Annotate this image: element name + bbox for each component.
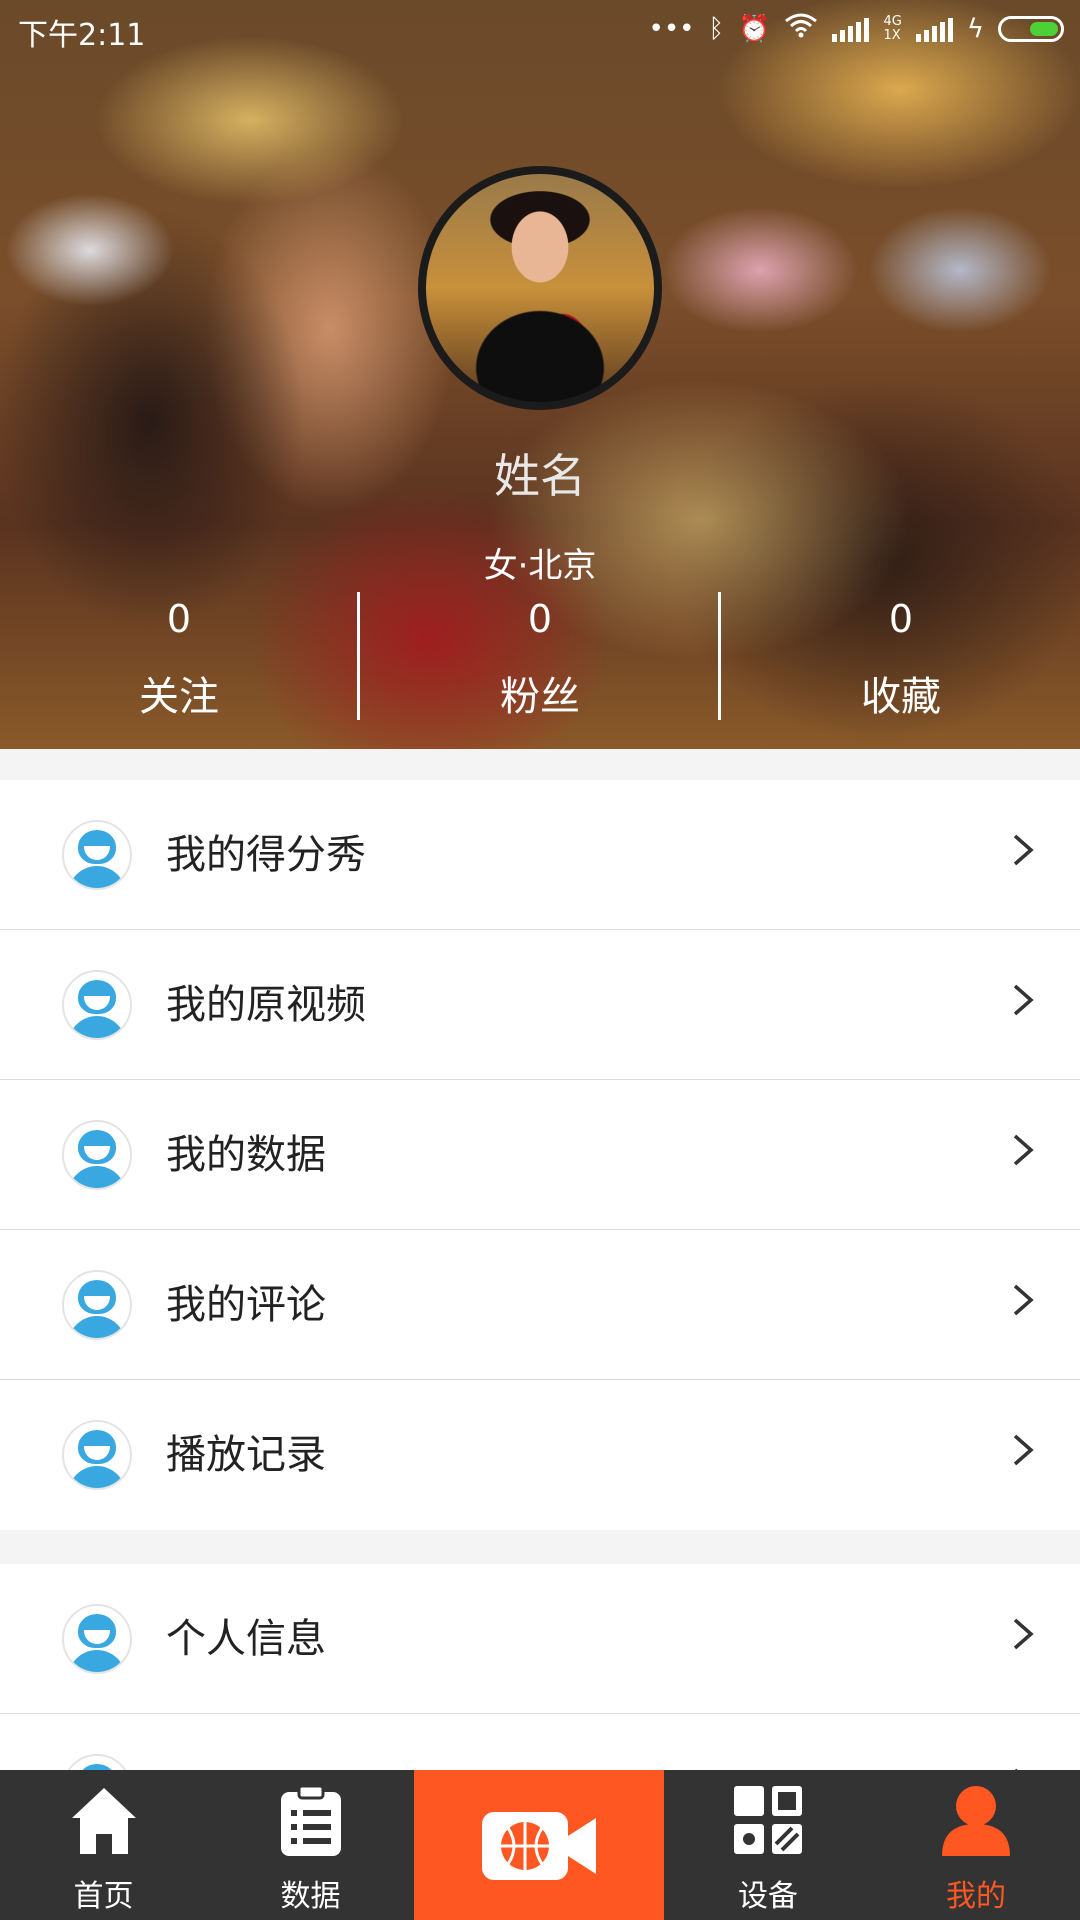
bluetooth-icon: ᛒ [708, 13, 725, 44]
charging-icon: ϟ [966, 13, 984, 44]
home-icon [72, 1788, 136, 1854]
nav-mine[interactable]: 我的 [872, 1770, 1080, 1920]
wifi-icon [784, 12, 818, 45]
avatar[interactable] [418, 166, 662, 410]
menu-item-my-comments[interactable]: 我的评论 [0, 1230, 1080, 1380]
stat-following-label: 关注 [139, 674, 219, 720]
menu-item-my-data[interactable]: 我的数据 [0, 1080, 1080, 1230]
nav-record-button[interactable] [414, 1770, 664, 1920]
device-grid-icon [734, 1786, 802, 1854]
menu-item-label: 我的数据 [166, 1132, 326, 1178]
stat-divider [357, 592, 360, 720]
menu-item-label: 我的评论 [166, 1282, 326, 1328]
stat-divider [718, 592, 721, 720]
stat-following[interactable]: 0 关注 [0, 592, 358, 722]
stat-favorites[interactable]: 0 收藏 [722, 592, 1080, 722]
basketball-camera-icon [482, 1812, 596, 1880]
menu-item-score-show[interactable]: 我的得分秀 [0, 780, 1080, 930]
nav-device-label: 设备 [738, 1879, 798, 1914]
menu-item-partial[interactable] [0, 1714, 1080, 1770]
more-dots-icon: ••• [648, 13, 695, 44]
stat-followers-count: 0 [527, 597, 553, 641]
user-avatar-icon [62, 970, 132, 1040]
user-avatar-icon [62, 1270, 132, 1340]
chevron-right-icon [1013, 834, 1034, 866]
profile-header: 下午2:11 ••• ᛒ ⏰ 4G 1X ϟ 姓名 女·北京 0 关注 0 粉丝… [0, 0, 1080, 749]
menu-item-label: 个人信息 [166, 1616, 326, 1662]
nav-mine-label: 我的 [946, 1879, 1006, 1914]
user-avatar-icon [62, 1420, 132, 1490]
nav-home-label: 首页 [73, 1879, 134, 1914]
nav-data-label: 数据 [280, 1879, 341, 1914]
signal-strength-icon [832, 16, 870, 42]
user-name[interactable]: 姓名 [0, 440, 1080, 506]
status-bar: 下午2:11 ••• ᛒ ⏰ 4G 1X ϟ [0, 0, 1080, 60]
status-icons: ••• ᛒ ⏰ 4G 1X ϟ [648, 12, 1064, 45]
menu-item-label: 播放记录 [166, 1432, 326, 1478]
menu-group-main: 我的得分秀 我的原视频 我的数据 我的评论 播放记录 [0, 780, 1080, 1530]
profile-stats: 0 关注 0 粉丝 0 收藏 [0, 592, 1080, 722]
menu-item-label: 我的得分秀 [166, 832, 366, 878]
user-avatar-icon [62, 1120, 132, 1190]
stat-favorites-label: 收藏 [861, 674, 941, 720]
chevron-right-icon [1013, 1284, 1034, 1316]
user-avatar-icon [62, 820, 132, 890]
menu-item-original-video[interactable]: 我的原视频 [0, 930, 1080, 1080]
chevron-right-icon [1013, 1618, 1034, 1650]
signal-strength-2-icon [915, 16, 953, 42]
chevron-right-icon [1013, 1434, 1034, 1466]
status-time: 下午2:11 [18, 18, 146, 53]
battery-icon [998, 15, 1064, 42]
menu-item-label: 我的原视频 [166, 982, 366, 1028]
nav-data[interactable]: 数据 [207, 1770, 414, 1920]
clipboard-icon [281, 1784, 341, 1856]
stat-favorites-count: 0 [888, 597, 914, 641]
user-avatar-icon [62, 1754, 132, 1770]
menu-group-settings: 个人信息 [0, 1564, 1080, 1770]
stat-followers-label: 粉丝 [500, 674, 580, 720]
chevron-right-icon [1013, 1134, 1034, 1166]
menu-item-personal-info[interactable]: 个人信息 [0, 1564, 1080, 1714]
bottom-nav: 首页 数据 设备 我的 [0, 1770, 1080, 1920]
user-avatar-icon [62, 1604, 132, 1674]
alarm-off-icon: ⏰ [738, 13, 771, 44]
chevron-right-icon [1013, 984, 1034, 1016]
nav-home[interactable]: 首页 [0, 1770, 207, 1920]
user-gender-location: 女·北京 [483, 546, 597, 586]
stat-followers[interactable]: 0 粉丝 [361, 592, 719, 722]
person-icon [942, 1786, 1010, 1856]
menu-item-play-history[interactable]: 播放记录 [0, 1380, 1080, 1530]
nav-device[interactable]: 设备 [664, 1770, 872, 1920]
network-type-label: 4G 1X [883, 13, 902, 43]
stat-following-count: 0 [166, 597, 192, 641]
